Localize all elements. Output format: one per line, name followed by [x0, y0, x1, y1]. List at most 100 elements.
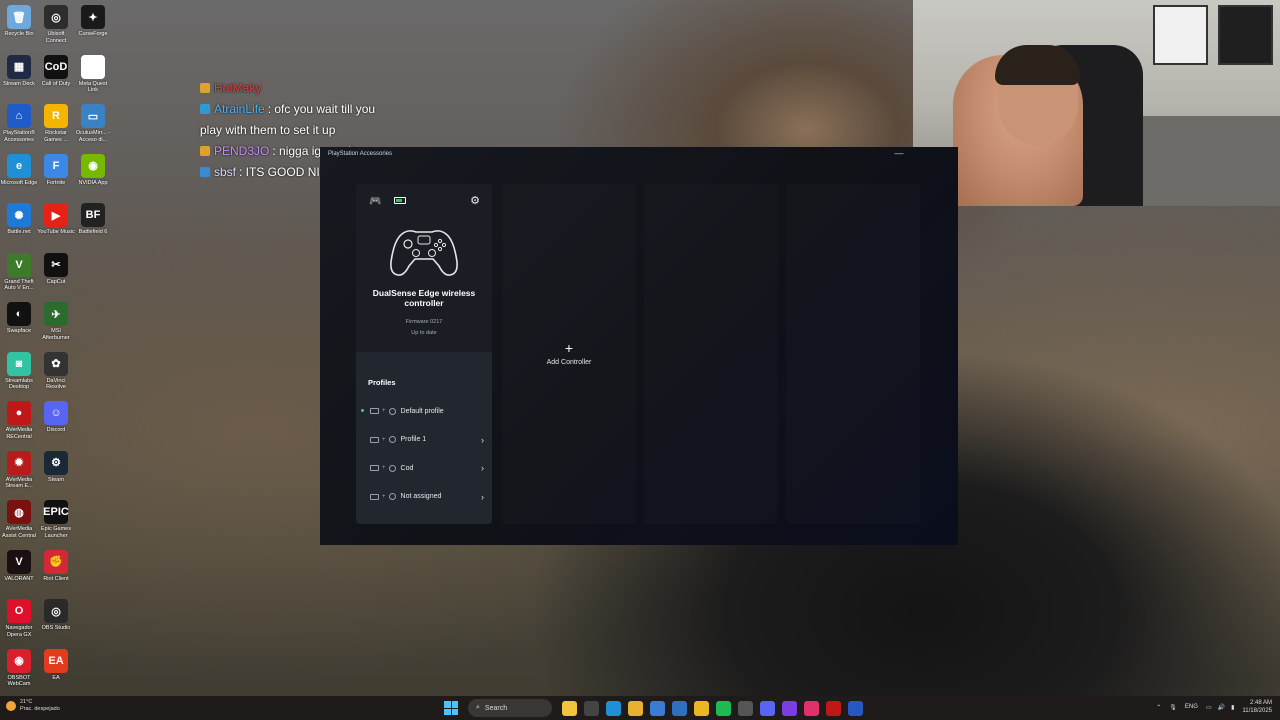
- battery-tray-icon[interactable]: ▮: [1231, 704, 1234, 711]
- clock[interactable]: 2:48 AM 11/18/2025: [1242, 699, 1272, 715]
- chevron-right-icon[interactable]: ›: [481, 492, 484, 502]
- desktop-icon[interactable]: ✦ CurseForge: [74, 5, 112, 38]
- desktop-icon[interactable]: ✿ DaVinci Resolve: [37, 351, 75, 391]
- desktop-icon-label: Battle.net: [7, 229, 31, 235]
- chevron-up-icon[interactable]: ⌃: [1156, 704, 1161, 711]
- desktop-icon-label: Meta Quest Link: [78, 80, 108, 94]
- minimize-button[interactable]: —: [894, 148, 904, 158]
- weather-widget[interactable]: 21°C Prac. despejado: [6, 699, 60, 713]
- desktop-icon[interactable]: ◉ OBSBOT WebCam: [0, 648, 38, 688]
- profile-item[interactable]: + Not assigned ›: [356, 483, 492, 512]
- playstation-icon: ⌂: [7, 104, 31, 128]
- settings-icon[interactable]: [737, 700, 753, 716]
- desktop-icon[interactable]: ⚙ Steam: [37, 450, 75, 484]
- desktop-icon[interactable]: 🗑 Recycle Bin: [0, 5, 38, 38]
- desktop-icon[interactable]: ● AVerMedia RECentral: [0, 401, 38, 440]
- battlefield-icon: BF: [81, 203, 105, 227]
- playstation-accessories-window: PlayStation Accessories — 🎮 ⚙ DualSense …: [320, 147, 958, 545]
- avermedia-icon[interactable]: [825, 700, 841, 716]
- chat-text: : ofc you wait till you: [267, 102, 376, 116]
- desktop-icon[interactable]: O Navegador Opera GX: [0, 599, 38, 638]
- mail-icon[interactable]: [671, 700, 687, 716]
- profile-item[interactable]: + Cod ›: [356, 454, 492, 483]
- desktop-icon[interactable]: BF Battlefield 6: [74, 203, 112, 236]
- steam-icon: ⚙: [44, 450, 68, 475]
- desktop-icon[interactable]: ∞ Meta Quest Link: [74, 54, 112, 94]
- gear-icon[interactable]: ⚙: [470, 194, 480, 207]
- desktop-icon[interactable]: ◎ OBS Studio: [37, 599, 75, 632]
- chevron-right-icon[interactable]: ›: [481, 435, 484, 445]
- desktop-icon-label: Recycle Bin: [4, 31, 34, 37]
- task-view-icon[interactable]: [583, 700, 599, 716]
- curseforge-icon: ✦: [81, 5, 105, 29]
- profile-item[interactable]: + Profile 1 ›: [356, 426, 492, 455]
- desktop-icon[interactable]: CoD Call of Duty: [37, 54, 75, 88]
- desktop-icon[interactable]: ✺ Battle.net: [0, 203, 38, 236]
- desktop-icon[interactable]: e Microsoft Edge: [0, 153, 38, 187]
- controller-slot: [786, 184, 920, 524]
- desktop-icon[interactable]: ✹ AVerMedia Stream E...: [0, 450, 38, 490]
- button-combo-icon: +: [370, 407, 396, 415]
- desktop-icon[interactable]: ◎ Ubisoft Connect: [37, 5, 75, 44]
- search-box[interactable]: ⌕ Search: [468, 699, 552, 717]
- microphone-icon[interactable]: 🎙: [1169, 704, 1177, 711]
- desktop-icon[interactable]: ◙ Streamlabs Desktop: [0, 351, 38, 391]
- desktop-icon-label: Discord: [46, 427, 66, 433]
- profile-item[interactable]: + Default profile: [356, 397, 492, 426]
- desktop-icon[interactable]: ◍ AVerMedia Assist Central: [0, 500, 38, 539]
- language-indicator[interactable]: ENG: [1185, 704, 1198, 710]
- start-button[interactable]: [444, 701, 458, 715]
- network-icon[interactable]: ▭: [1206, 704, 1212, 711]
- davinci-icon: ✿: [44, 351, 68, 376]
- desktop-icon[interactable]: ✂ CapCut: [37, 252, 75, 286]
- desktop-icons: 🗑 Recycle Bin ◎ Ubisoft Connect ✦ CurseForge ▦…: [0, 0, 120, 720]
- edge-icon[interactable]: [605, 700, 621, 716]
- volume-icon[interactable]: 🔊: [1218, 704, 1225, 711]
- desktop-icon[interactable]: ▭ OculusMirr... - Acceso di...: [74, 104, 112, 143]
- obs-icon: ◎: [44, 599, 68, 623]
- discord-icon[interactable]: [759, 700, 775, 716]
- button-combo-icon: +: [370, 464, 396, 472]
- desktop-icon[interactable]: ◐ Swapface: [0, 302, 38, 335]
- chat-badge-icon: [200, 83, 210, 93]
- profile-name: Default profile: [400, 407, 444, 415]
- file-explorer-icon[interactable]: [561, 700, 577, 716]
- desktop-icon[interactable]: R Rockstar Games ...: [37, 104, 75, 143]
- desktop-icon[interactable]: ☺ Discord: [37, 401, 75, 434]
- oculus-mirror-icon: ▭: [81, 104, 105, 128]
- chat-username: HotMaky: [214, 81, 262, 95]
- ubisoft-icon: ◎: [44, 5, 68, 29]
- desktop-icon[interactable]: V VALORANT: [0, 549, 38, 583]
- streamlabs-icon[interactable]: [781, 700, 797, 716]
- add-controller-button[interactable]: + Add Controller: [502, 341, 636, 366]
- desktop-icon[interactable]: EPIC Epic Games Launcher: [37, 500, 75, 539]
- desktop-icon[interactable]: ✊ Riot Client: [37, 549, 75, 583]
- desktop-icon-label: Ubisoft Connect: [45, 31, 67, 44]
- desktop-icon[interactable]: ▶ YouTube Music: [37, 203, 75, 236]
- desktop-icon-label: PlayStation® Accessories: [3, 130, 35, 143]
- capcut-icon: ✂: [44, 252, 68, 277]
- desktop-icon[interactable]: ✈ MSI Afterburner: [37, 302, 75, 341]
- chrome-icon[interactable]: [693, 700, 709, 716]
- profile-name: Cod: [400, 464, 414, 472]
- desktop-icon[interactable]: ⌂ PlayStation® Accessories: [0, 104, 38, 143]
- desktop-icon[interactable]: F Fortnite: [37, 153, 75, 187]
- spotify-icon[interactable]: [715, 700, 731, 716]
- desktop-icon-label: Fortnite: [46, 179, 66, 186]
- music-icon[interactable]: [803, 700, 819, 716]
- folder-icon[interactable]: [627, 700, 643, 716]
- desktop-icon-label: CapCut: [46, 278, 66, 285]
- msi-afterburner-icon: ✈: [44, 302, 68, 326]
- battlenet-icon: ✺: [7, 203, 31, 227]
- desktop-icon[interactable]: V Grand Theft Auto V En...: [0, 252, 38, 292]
- chevron-right-icon[interactable]: ›: [481, 463, 484, 473]
- store-icon[interactable]: [649, 700, 665, 716]
- button-combo-icon: +: [370, 493, 396, 501]
- playstation-accessories-icon[interactable]: [847, 700, 863, 716]
- desktop-icon-label: OculusMirr... - Acceso di...: [75, 130, 111, 143]
- desktop-icon[interactable]: ◉ NVIDIA App: [74, 153, 112, 187]
- desktop-icon[interactable]: EA EA: [37, 648, 75, 682]
- fortnite-icon: F: [44, 153, 68, 178]
- clock-time: 2:48 AM: [1249, 700, 1272, 706]
- desktop-icon[interactable]: ▦ Stream Deck: [0, 54, 38, 88]
